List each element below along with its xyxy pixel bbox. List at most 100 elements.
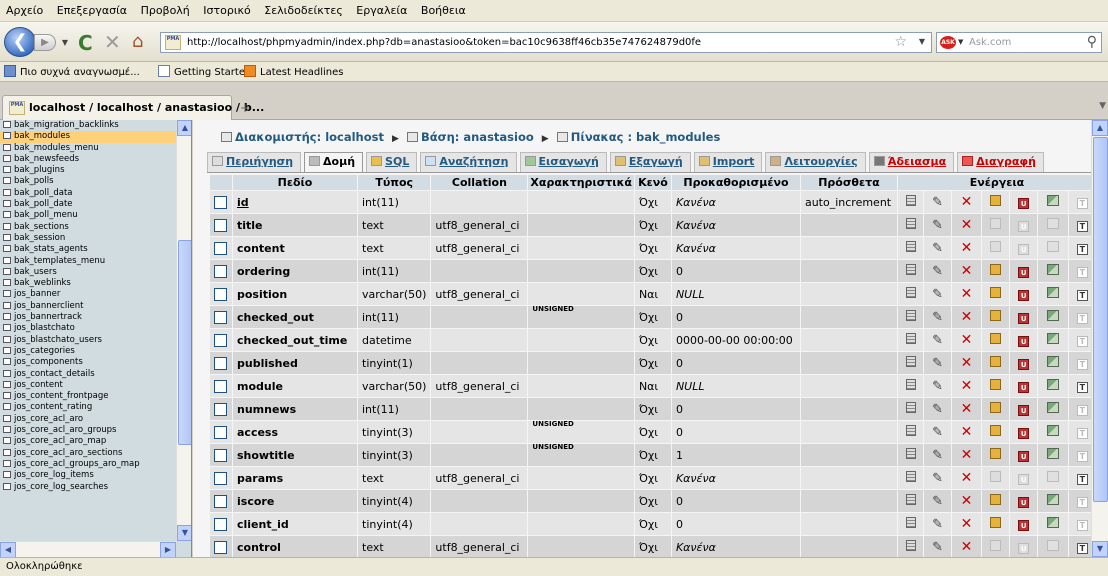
row-checkbox[interactable] [214,425,227,439]
browse-distinct-icon[interactable] [905,241,916,252]
row-checkbox[interactable] [214,517,227,531]
table-link-bak_poll_menu[interactable]: bak_poll_menu [0,210,176,221]
primary-key-icon[interactable] [990,379,1002,390]
scrollbar-thumb[interactable] [1093,137,1108,502]
scroll-up-icon[interactable]: ▲ [177,120,191,136]
table-link-bak_poll_data[interactable]: bak_poll_data [0,188,176,199]
drop-x-icon[interactable]: ✕ [961,194,973,210]
table-link-jos_core_log_searches[interactable]: jos_core_log_searches [0,482,176,493]
drop-x-icon[interactable]: ✕ [961,539,973,555]
index-icon[interactable] [1047,540,1060,551]
primary-key-icon[interactable] [990,333,1002,344]
drop-x-icon[interactable]: ✕ [961,447,973,463]
menu-history[interactable]: Ιστορικό [197,0,255,17]
menu-file[interactable]: Αρχείο [0,0,47,17]
stop-icon[interactable]: ✕ [104,30,121,54]
drop-x-icon[interactable]: ✕ [961,470,973,486]
edit-pencil-icon[interactable]: ✎ [932,540,943,555]
primary-key-icon[interactable] [990,264,1002,275]
tab-list-dropdown-icon[interactable]: ▼ [1099,101,1106,111]
primary-key-icon[interactable] [990,448,1002,459]
edit-pencil-icon[interactable]: ✎ [932,356,943,371]
browse-distinct-icon[interactable] [905,402,916,413]
primary-key-icon[interactable] [990,471,1002,482]
drop-x-icon[interactable]: ✕ [961,332,973,348]
tab-import[interactable]: Import [693,152,763,172]
row-checkbox[interactable] [214,218,227,232]
scroll-down-icon[interactable]: ▼ [177,525,191,541]
browse-distinct-icon[interactable] [905,310,916,321]
scroll-right-icon[interactable]: ▶ [160,542,176,557]
browser-tab[interactable]: PMA localhost / localhost / anastasioo /… [2,95,264,120]
row-checkbox[interactable] [214,540,227,554]
browse-distinct-icon[interactable] [905,333,916,344]
edit-pencil-icon[interactable]: ✎ [932,287,943,302]
drop-x-icon[interactable]: ✕ [961,493,973,509]
drop-x-icon[interactable]: ✕ [961,217,973,233]
browse-distinct-icon[interactable] [905,356,916,367]
primary-key-icon[interactable] [990,241,1002,252]
index-icon[interactable] [1047,287,1060,298]
table-link-bak_users[interactable]: bak_users [0,267,176,278]
breadcrumb-table[interactable]: Πίνακας : bak_modules [571,130,721,144]
browse-distinct-icon[interactable] [905,425,916,436]
unique-icon[interactable]: U [1018,243,1030,255]
unique-icon[interactable]: U [1018,473,1030,485]
home-icon[interactable]: ⌂ [132,31,143,52]
scroll-left-icon[interactable]: ◀ [0,542,16,557]
index-icon[interactable] [1047,494,1060,505]
drop-x-icon[interactable]: ✕ [961,309,973,325]
edit-pencil-icon[interactable]: ✎ [932,310,943,325]
primary-key-icon[interactable] [990,218,1002,229]
table-link-jos_core_acl_aro_sections[interactable]: jos_core_acl_aro_sections [0,448,176,459]
menu-edit[interactable]: Επεξεργασία [51,0,131,17]
tab-insert[interactable]: Εισαγωγή [519,152,607,172]
table-link-bak_migration_backlinks[interactable]: bak_migration_backlinks [0,120,176,131]
table-link-jos_content[interactable]: jos_content [0,380,176,391]
unique-icon[interactable]: U [1018,427,1030,439]
browse-distinct-icon[interactable] [905,264,916,275]
engine-dropdown-icon[interactable]: ▼ [958,38,963,46]
bookmark-most-visited[interactable]: Πιο συχνά αναγνωσμέ... [4,65,140,78]
scroll-up-icon[interactable]: ▲ [1092,120,1108,136]
edit-pencil-icon[interactable]: ✎ [932,333,943,348]
forward-button[interactable]: ▶ [34,34,56,51]
primary-key-icon[interactable] [990,494,1002,505]
browse-distinct-icon[interactable] [905,218,916,229]
back-button[interactable]: ❮ [4,27,36,57]
history-dropdown-icon[interactable]: ▼ [58,34,72,51]
browse-distinct-icon[interactable] [905,494,916,505]
table-link-bak_templates_menu[interactable]: bak_templates_menu [0,256,176,267]
fulltext-icon[interactable]: T [1076,519,1088,531]
table-link-jos_bannertrack[interactable]: jos_bannertrack [0,312,176,323]
table-link-jos_blastchato_users[interactable]: jos_blastchato_users [0,335,176,346]
unique-icon[interactable]: U [1018,358,1030,370]
row-checkbox[interactable] [214,402,227,416]
tab-drop[interactable]: Διαγραφή [957,152,1044,172]
fulltext-icon[interactable]: T [1076,266,1088,278]
fulltext-icon[interactable]: T [1076,496,1088,508]
url-dropdown-icon[interactable]: ▼ [919,37,925,46]
index-icon[interactable] [1047,333,1060,344]
edit-pencil-icon[interactable]: ✎ [932,517,943,532]
edit-pencil-icon[interactable]: ✎ [932,494,943,509]
tab-operations[interactable]: Λειτουργίες [765,152,866,172]
address-bar[interactable]: PMA http://localhost/phpmyadmin/index.ph… [160,32,932,53]
index-icon[interactable] [1047,379,1060,390]
row-checkbox[interactable] [214,471,227,485]
browse-distinct-icon[interactable] [905,517,916,528]
fulltext-icon[interactable]: T [1076,473,1088,485]
edit-pencil-icon[interactable]: ✎ [932,241,943,256]
drop-x-icon[interactable]: ✕ [961,240,973,256]
table-link-jos_components[interactable]: jos_components [0,357,176,368]
unique-icon[interactable]: U [1018,542,1030,554]
unique-icon[interactable]: U [1018,519,1030,531]
table-link-bak_modules[interactable]: bak_modules [0,131,176,143]
unique-icon[interactable]: U [1018,220,1030,232]
index-icon[interactable] [1047,425,1060,436]
fulltext-icon[interactable]: T [1076,289,1088,301]
browse-distinct-icon[interactable] [905,540,916,551]
drop-x-icon[interactable]: ✕ [961,355,973,371]
table-link-jos_core_acl_aro[interactable]: jos_core_acl_aro [0,414,176,425]
menu-bookmarks[interactable]: Σελιδοδείκτες [258,0,347,17]
